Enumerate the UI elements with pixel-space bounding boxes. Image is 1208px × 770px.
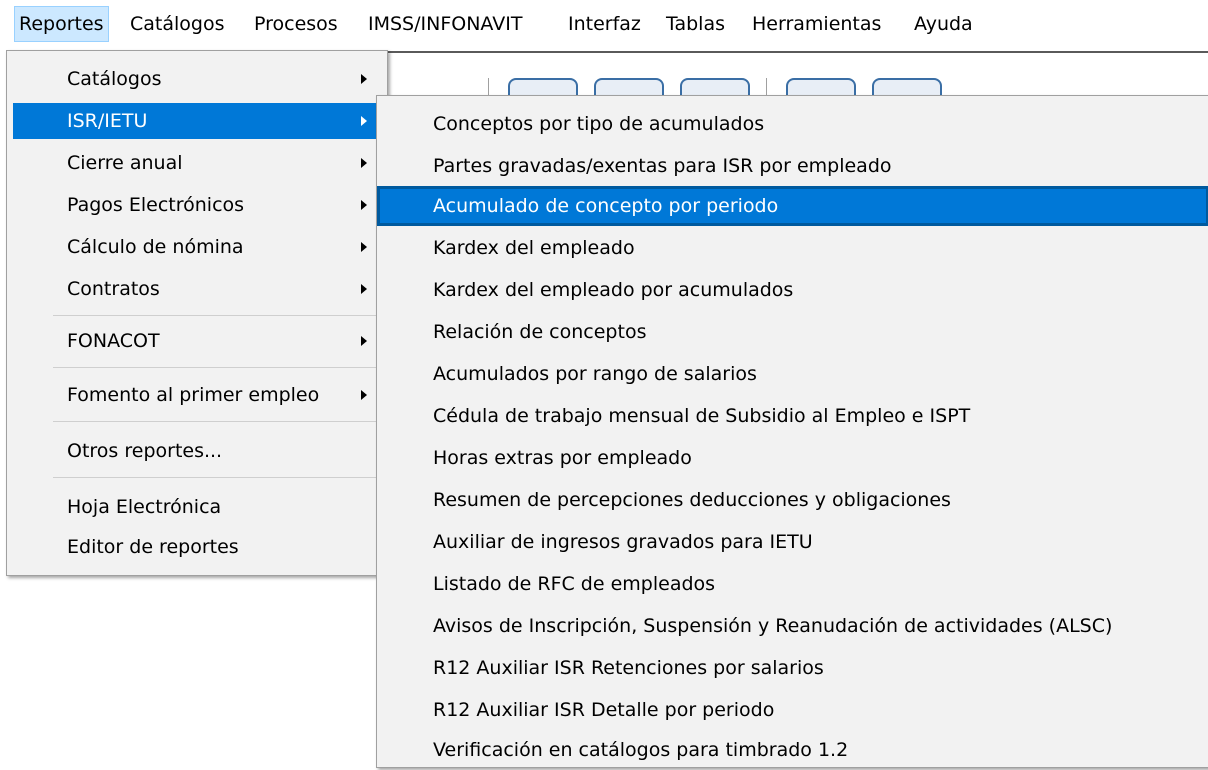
menu-interfaz[interactable]: Interfaz — [564, 7, 645, 41]
submenu-item-avisos-alsc[interactable]: Avisos de Inscripción, Suspensión y Rean… — [377, 606, 1208, 646]
isr-ietu-submenu: Conceptos por tipo de acumulados Partes … — [376, 95, 1208, 768]
menu-herramientas[interactable]: Herramientas — [748, 7, 885, 41]
submenu-item-conceptos-tipo-acumulados[interactable]: Conceptos por tipo de acumulados — [377, 104, 1208, 144]
window-border — [386, 51, 1208, 53]
menu-item-otros-reportes[interactable]: Otros reportes... — [13, 433, 379, 469]
submenu-item-auxiliar-ingresos-ietu[interactable]: Auxiliar de ingresos gravados para IETU — [377, 522, 1208, 562]
submenu-arrow-icon — [361, 200, 367, 210]
submenu-arrow-icon — [361, 116, 367, 126]
menu-item-isr-ietu[interactable]: ISR/IETU — [13, 103, 379, 139]
submenu-item-cedula-subsidio-ispt[interactable]: Cédula de trabajo mensual de Subsidio al… — [377, 396, 1208, 436]
menu-catalogos[interactable]: Catálogos — [126, 7, 229, 41]
submenu-arrow-icon — [361, 74, 367, 84]
menu-separator — [53, 421, 379, 422]
submenu-item-r12-detalle-periodo[interactable]: R12 Auxiliar ISR Detalle por periodo — [377, 690, 1208, 730]
menu-bar: Reportes Catálogos Procesos IMSS/INFONAV… — [0, 0, 1208, 46]
menu-item-fomento-primer-empleo[interactable]: Fomento al primer empleo — [13, 377, 379, 413]
menu-ayuda[interactable]: Ayuda — [910, 7, 977, 41]
submenu-arrow-icon — [361, 158, 367, 168]
menu-item-calculo-nomina[interactable]: Cálculo de nómina — [13, 229, 379, 265]
menu-item-catalogos[interactable]: Catálogos — [13, 61, 379, 97]
submenu-item-r12-retenciones[interactable]: R12 Auxiliar ISR Retenciones por salario… — [377, 648, 1208, 688]
reportes-menu: Catálogos ISR/IETU Cierre anual Pagos El… — [6, 50, 388, 576]
menu-separator — [53, 367, 379, 368]
menu-item-fonacot[interactable]: FONACOT — [13, 323, 379, 359]
menu-item-editor-reportes[interactable]: Editor de reportes — [13, 529, 379, 565]
submenu-item-kardex-acumulados[interactable]: Kardex del empleado por acumulados — [377, 270, 1208, 310]
submenu-item-listado-rfc[interactable]: Listado de RFC de empleados — [377, 564, 1208, 604]
menu-item-hoja-electronica[interactable]: Hoja Electrónica — [13, 489, 379, 525]
submenu-item-acumulados-rango-salarios[interactable]: Acumulados por rango de salarios — [377, 354, 1208, 394]
submenu-arrow-icon — [361, 242, 367, 252]
submenu-item-verificacion-timbrado[interactable]: Verificación en catálogos para timbrado … — [377, 730, 1208, 770]
menu-procesos[interactable]: Procesos — [250, 7, 342, 41]
menu-item-contratos[interactable]: Contratos — [13, 271, 379, 307]
submenu-item-horas-extras[interactable]: Horas extras por empleado — [377, 438, 1208, 478]
submenu-item-relacion-conceptos[interactable]: Relación de conceptos — [377, 312, 1208, 352]
submenu-item-resumen-percepciones[interactable]: Resumen de percepciones deducciones y ob… — [377, 480, 1208, 520]
submenu-item-kardex-empleado[interactable]: Kardex del empleado — [377, 228, 1208, 268]
menu-separator — [53, 315, 379, 316]
submenu-arrow-icon — [361, 336, 367, 346]
menu-tablas[interactable]: Tablas — [662, 7, 729, 41]
submenu-arrow-icon — [361, 284, 367, 294]
submenu-arrow-icon — [361, 390, 367, 400]
submenu-item-partes-gravadas-exentas[interactable]: Partes gravadas/exentas para ISR por emp… — [377, 146, 1208, 186]
menu-imss-infonavit[interactable]: IMSS/INFONAVIT — [364, 7, 526, 41]
submenu-item-acumulado-concepto-periodo[interactable]: Acumulado de concepto por periodo — [377, 186, 1208, 226]
menu-item-pagos-electronicos[interactable]: Pagos Electrónicos — [13, 187, 379, 223]
menu-reportes[interactable]: Reportes — [14, 6, 109, 42]
menu-item-cierre-anual[interactable]: Cierre anual — [13, 145, 379, 181]
menu-separator — [53, 477, 379, 478]
